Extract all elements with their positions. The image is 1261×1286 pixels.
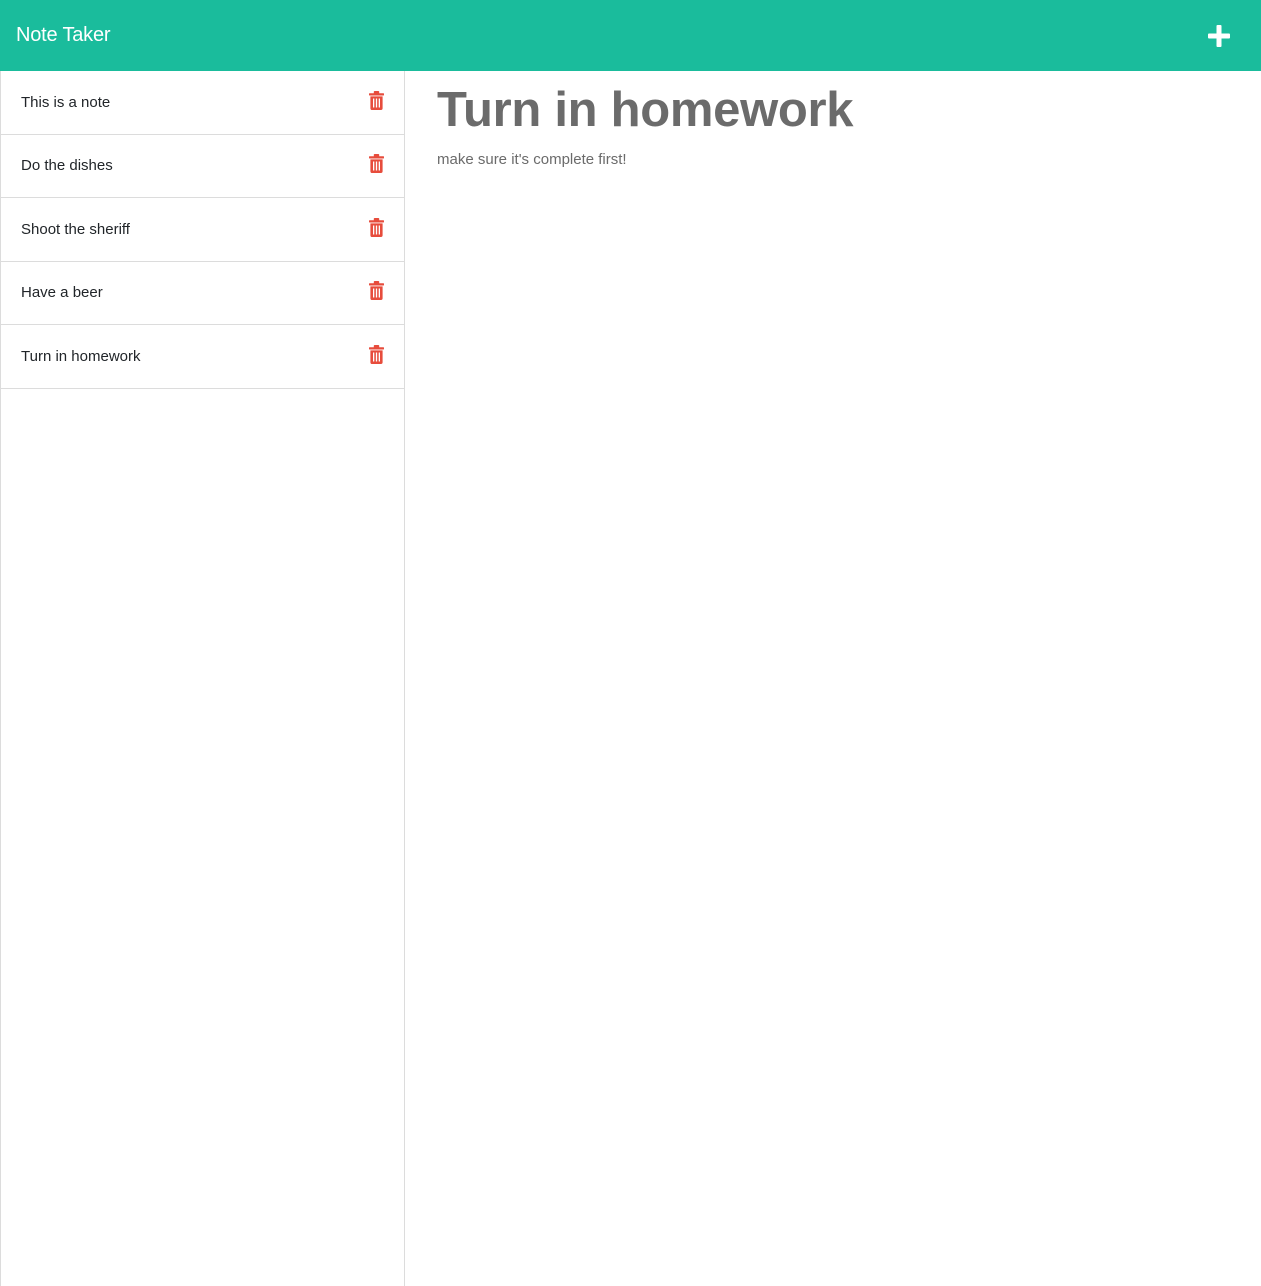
trash-icon: [368, 154, 384, 174]
delete-note-button[interactable]: [367, 153, 385, 175]
note-list-title: Shoot the sheriff: [21, 220, 130, 238]
note-list-title: Do the dishes: [21, 157, 113, 175]
trash-icon: [368, 281, 384, 301]
delete-note-button[interactable]: [367, 89, 385, 111]
navbar: Note Taker: [0, 0, 1261, 71]
note-editor: Turn in homework make sure it's complete…: [405, 71, 1261, 1286]
note-list-title: This is a note: [21, 93, 111, 111]
trash-icon: [368, 217, 384, 237]
note-sidebar: This is a note Do the dishes Shoot the s…: [0, 71, 405, 1286]
trash-icon: [368, 344, 384, 364]
note-list-title: Turn in homework: [21, 347, 141, 365]
note-text-field[interactable]: make sure it's complete first!: [437, 151, 1229, 168]
note-title-field[interactable]: Turn in homework: [437, 81, 1229, 138]
new-note-button[interactable]: [1202, 19, 1236, 53]
plus-icon: [1208, 24, 1230, 47]
delete-note-button[interactable]: [367, 280, 385, 302]
list-item[interactable]: Shoot the sheriff: [1, 198, 404, 262]
list-item[interactable]: Do the dishes: [1, 135, 404, 198]
list-item[interactable]: Have a beer: [1, 262, 404, 325]
app-title: Note Taker: [16, 24, 111, 46]
delete-note-button[interactable]: [367, 343, 385, 365]
note-list: This is a note Do the dishes Shoot the s…: [1, 71, 404, 389]
delete-note-button[interactable]: [367, 216, 385, 238]
note-list-title: Have a beer: [21, 284, 103, 302]
trash-icon: [368, 90, 384, 110]
list-item[interactable]: Turn in homework: [1, 325, 404, 389]
list-item[interactable]: This is a note: [1, 71, 404, 135]
